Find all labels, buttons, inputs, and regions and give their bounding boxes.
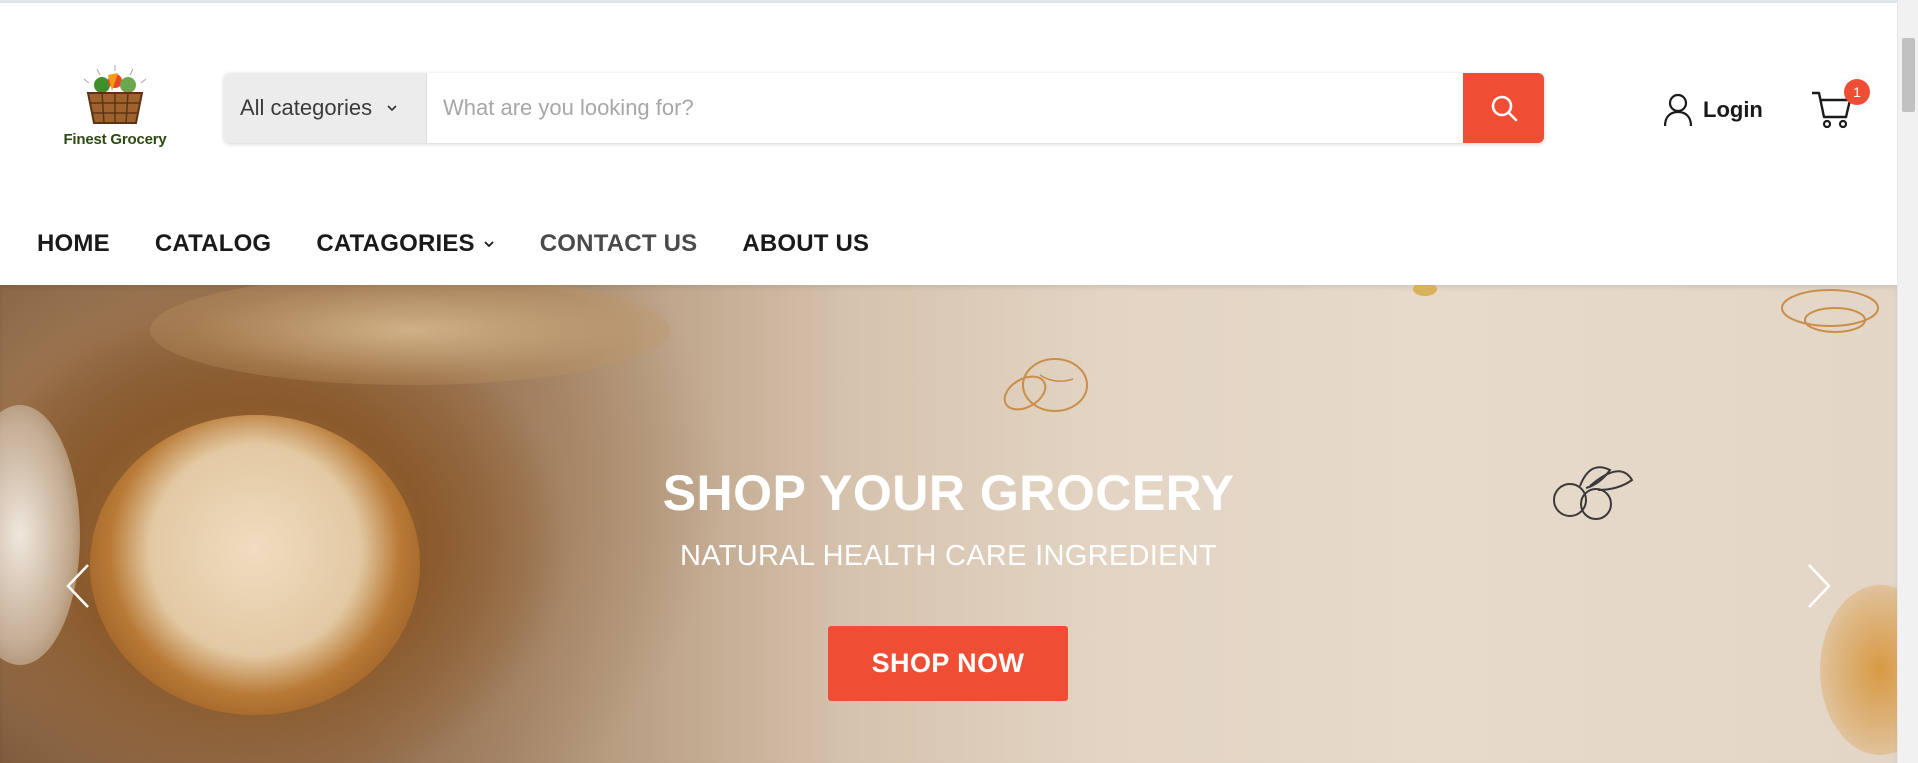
search-input[interactable] — [427, 73, 1463, 143]
nav-item-categories-label: CATAGORIES — [316, 230, 475, 257]
nav-item-catalog[interactable]: CATALOG — [155, 230, 272, 258]
rice-decoration — [0, 405, 80, 665]
nav-item-home[interactable]: HOME — [37, 230, 110, 258]
nav-item-about[interactable]: ABOUT US — [742, 230, 869, 258]
category-select[interactable]: All categories — [224, 73, 427, 143]
page-scrollbar[interactable] — [1897, 0, 1918, 763]
logo-text: Finest Grocery — [63, 131, 167, 148]
search-icon — [1491, 95, 1517, 122]
login-label: Login — [1703, 97, 1763, 122]
chevron-left-icon[interactable] — [60, 561, 100, 611]
wheat-decoration — [150, 285, 670, 385]
main-nav: HOME CATALOG CATAGORIES CONTACT US ABOUT… — [37, 224, 914, 264]
scrollbar-thumb[interactable] — [1902, 38, 1915, 112]
shop-now-button[interactable]: SHOP NOW — [828, 626, 1068, 701]
logo[interactable]: Finest Grocery — [52, 61, 178, 157]
category-select-value: All categories — [240, 95, 373, 120]
seed-doodle-icon — [1413, 285, 1437, 296]
nav-item-contact[interactable]: CONTACT US — [540, 230, 698, 258]
chevron-down-icon — [484, 241, 494, 248]
nav-item-categories[interactable]: CATAGORIES — [316, 230, 494, 258]
site-header: Finest Grocery All categories Login 1 — [0, 3, 1897, 285]
cart-count-badge: 1 — [1844, 79, 1870, 105]
hero-title: SHOP YOUR GROCERY — [662, 465, 1235, 521]
nut-doodle-icon — [1003, 358, 1088, 412]
basket-logo-icon — [83, 65, 147, 124]
hero-slider: SHOP YOUR GROCERY NATURAL HEALTH CARE IN… — [0, 285, 1897, 763]
chevron-right-icon[interactable] — [1797, 561, 1837, 611]
hero-subtitle: NATURAL HEALTH CARE INGREDIENT — [680, 540, 1217, 572]
peanut-doodle-icon — [1781, 289, 1879, 333]
search-bar: All categories — [224, 73, 1544, 143]
user-icon — [1663, 93, 1693, 127]
login-link[interactable]: Login — [1663, 92, 1763, 128]
chevron-down-icon — [387, 105, 397, 112]
search-button[interactable] — [1463, 73, 1544, 143]
